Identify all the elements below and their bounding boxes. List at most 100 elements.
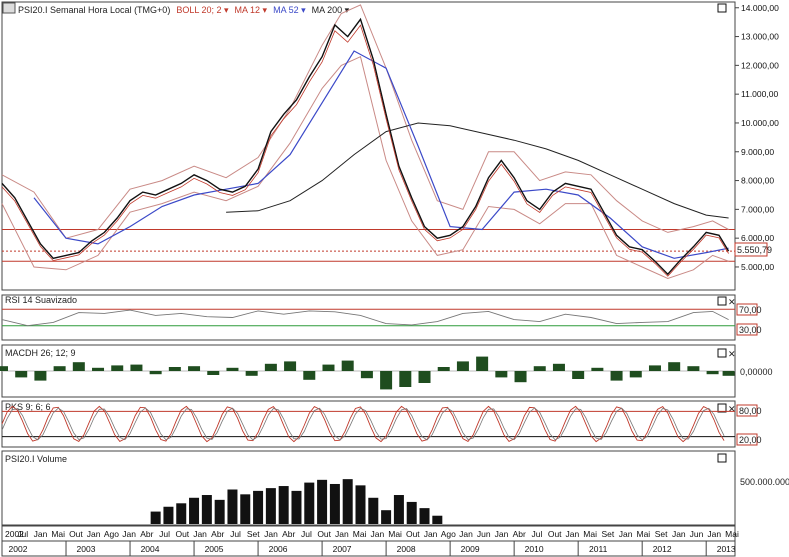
macd-bar xyxy=(706,371,719,375)
y-tick-label: 5.000,00 xyxy=(741,262,774,272)
macd-bar xyxy=(495,371,508,378)
x-month-label: Ago xyxy=(104,529,119,539)
volume-bar xyxy=(278,486,289,524)
y-tick-label: 14.000,00 xyxy=(741,3,779,13)
maximize-volume-icon[interactable] xyxy=(717,453,727,463)
macd-panel: MACDH 26; 12; 9 ✕ 0,00000 xyxy=(0,344,773,398)
y-tick-label: 12.000,00 xyxy=(741,60,779,70)
x-month-label: Mai xyxy=(51,529,65,539)
x-month-label: Jun xyxy=(477,529,491,539)
legend-item[interactable]: PSI20.I Semanal Hora Local (TMG+0) xyxy=(18,5,170,15)
volume-bar xyxy=(163,506,174,524)
panel-menu-icon[interactable] xyxy=(2,2,16,14)
x-month-label: Jan xyxy=(459,529,473,539)
volume-tick: 500.000.000 xyxy=(740,477,789,487)
x-month-label: Jul xyxy=(17,529,28,539)
bollinger-lower-line xyxy=(1,55,729,280)
y-tick-label: 7.000,00 xyxy=(741,204,774,214)
macd-bar xyxy=(722,371,735,376)
x-month-label: Jan xyxy=(193,529,207,539)
x-month-label: Jan xyxy=(335,529,349,539)
macd-bar xyxy=(264,363,277,371)
macd-bar xyxy=(322,364,335,371)
legend-item[interactable]: BOLL 20; 2 ▾ xyxy=(176,5,229,15)
pks-level-low: 20,00 xyxy=(739,435,762,445)
macd-bar xyxy=(34,371,47,381)
macd-bar xyxy=(476,356,489,371)
maximize-pks-icon[interactable] xyxy=(717,403,727,413)
x-year-label: 2005 xyxy=(205,544,224,554)
macd-bar xyxy=(149,371,162,375)
x-month-label: Abr xyxy=(513,529,526,539)
x-year-label: 2007 xyxy=(333,544,352,554)
x-month-label: Jan xyxy=(264,529,278,539)
rsi-level-low: 30,00 xyxy=(739,325,762,335)
last-value-badge: 5.550,79 xyxy=(734,242,772,257)
last-value-label: 5.550,79 xyxy=(737,245,772,255)
macd-bar xyxy=(687,366,700,371)
x-month-label: Jul xyxy=(532,529,543,539)
volume-bar xyxy=(393,495,404,524)
x-month-label: Out xyxy=(69,529,83,539)
pks-panel: PKS 9; 6; 6 ✕ 80,00 20,00 xyxy=(1,400,762,448)
y-tick-label: 6.000,00 xyxy=(741,233,774,243)
y-tick-label: 8.000,00 xyxy=(741,176,774,186)
x-year-label: 2002 xyxy=(9,544,28,554)
legend-item[interactable]: MA 200 ▾ xyxy=(312,5,350,15)
x-month-label: Jan xyxy=(495,529,509,539)
volume-panel: PSI20.I Volume 500.000.000 xyxy=(1,450,789,526)
x-month-label: Abr xyxy=(140,529,153,539)
macd-bar xyxy=(629,371,642,378)
maximize-panel-icon[interactable] xyxy=(717,3,727,13)
volume-bar xyxy=(406,501,417,524)
maximize-macd-icon[interactable] xyxy=(717,348,727,358)
macd-bar xyxy=(552,363,565,371)
x-month-label: Mai xyxy=(388,529,402,539)
volume-bar xyxy=(432,515,443,524)
x-month-label: Out xyxy=(548,529,562,539)
x-month-label: Jan xyxy=(122,529,136,539)
volume-bar xyxy=(355,485,366,524)
legend-item[interactable]: MA 12 ▾ xyxy=(235,5,268,15)
x-month-label: Set xyxy=(247,529,260,539)
x-month-label: Jul xyxy=(301,529,312,539)
maximize-rsi-icon[interactable] xyxy=(717,296,727,306)
legend-item[interactable]: MA 52 ▾ xyxy=(273,5,306,15)
x-year-label: 2006 xyxy=(269,544,288,554)
x-year-label: 2004 xyxy=(141,544,160,554)
x-month-label: Jan xyxy=(371,529,385,539)
x-year-label: 2012 xyxy=(653,544,672,554)
volume-bar xyxy=(150,511,161,524)
volume-label: PSI20.I Volume xyxy=(5,454,67,464)
close-rsi-icon[interactable]: ✕ xyxy=(728,297,736,307)
rsi-level-high: 70,00 xyxy=(739,305,762,315)
macd-bar xyxy=(591,367,604,371)
close-macd-icon[interactable]: ✕ xyxy=(728,349,736,359)
close-pks-icon[interactable]: ✕ xyxy=(728,404,736,414)
volume-bar xyxy=(265,488,276,524)
volume-bar xyxy=(329,483,340,524)
y-tick-label: 13.000,00 xyxy=(741,32,779,42)
x-year-label: 2003 xyxy=(77,544,96,554)
x-month-label: Jan xyxy=(672,529,686,539)
macd-bar xyxy=(130,364,143,371)
x-month-label: Abr xyxy=(211,529,224,539)
y-tick-label: 10.000,00 xyxy=(741,118,779,128)
macd-bar xyxy=(437,367,450,371)
macd-bar xyxy=(168,367,181,371)
volume-bar xyxy=(176,503,187,524)
macd-bar xyxy=(92,367,105,371)
volume-bar xyxy=(214,499,225,524)
x-month-label: Set xyxy=(601,529,614,539)
x-month-label: Jan xyxy=(34,529,48,539)
x-month-label: Out xyxy=(317,529,331,539)
macd-bar xyxy=(188,366,201,371)
volume-bar xyxy=(381,510,392,524)
macd-bar xyxy=(456,361,469,371)
macd-bar xyxy=(284,361,297,371)
x-year-label: 2011 xyxy=(589,544,608,554)
macd-bar xyxy=(207,371,220,375)
x-month-label: Ago xyxy=(441,529,456,539)
volume-bar xyxy=(342,479,353,524)
volume-bar xyxy=(291,490,302,524)
